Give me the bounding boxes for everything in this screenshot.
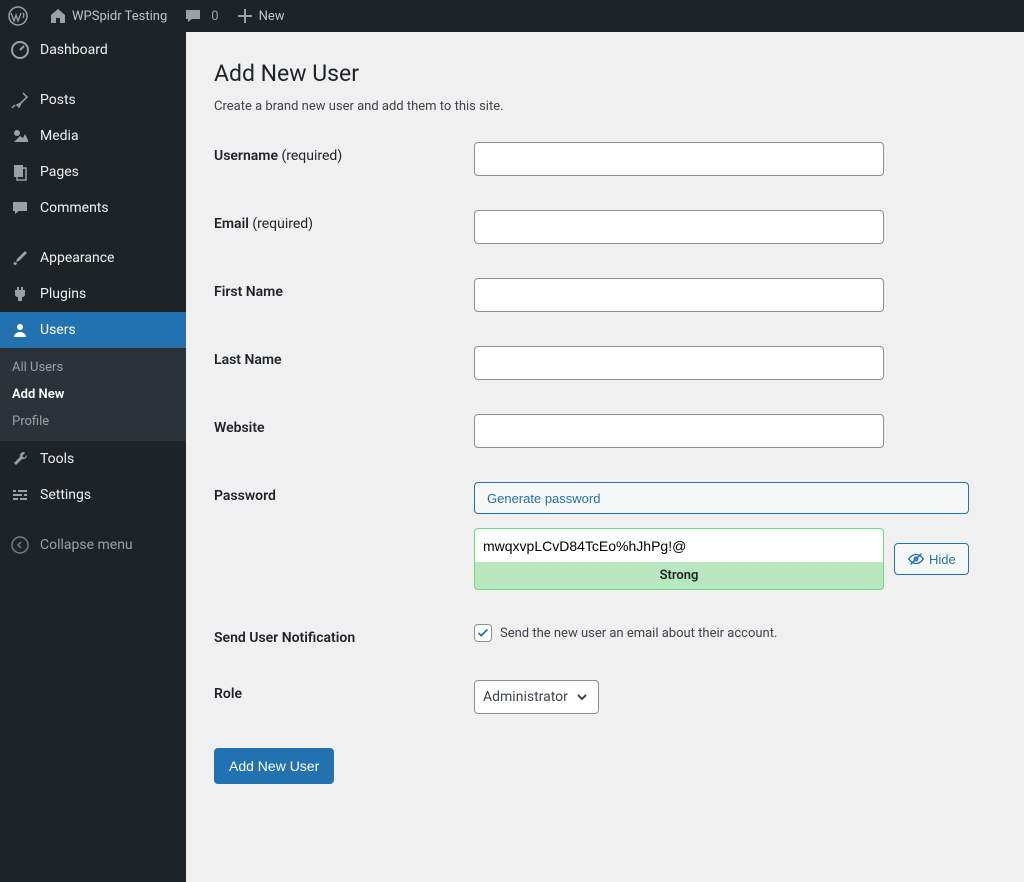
last-name-input[interactable] bbox=[474, 346, 884, 380]
website-input[interactable] bbox=[474, 414, 884, 448]
new-content-label: New bbox=[259, 9, 285, 24]
menu-dashboard-label: Dashboard bbox=[40, 42, 108, 58]
label-username: Username (required) bbox=[214, 142, 474, 164]
menu-pages[interactable]: Pages bbox=[0, 154, 186, 190]
collapse-icon bbox=[10, 535, 30, 555]
add-new-user-button[interactable]: Add New User bbox=[214, 748, 334, 784]
menu-media[interactable]: Media bbox=[0, 118, 186, 154]
label-last-name: Last Name bbox=[214, 346, 474, 368]
row-first-name: First Name bbox=[214, 278, 996, 312]
site-name-link[interactable]: WPSpidr Testing bbox=[40, 0, 175, 32]
label-password: Password bbox=[214, 482, 474, 504]
label-website: Website bbox=[214, 414, 474, 436]
label-send-notification: Send User Notification bbox=[214, 624, 474, 646]
label-first-name: First Name bbox=[214, 278, 474, 300]
password-strength: Strong bbox=[474, 562, 884, 590]
menu-pages-label: Pages bbox=[40, 164, 79, 180]
role-select-value: Administrator bbox=[483, 689, 568, 705]
dashboard-icon bbox=[10, 40, 30, 60]
wordpress-icon bbox=[8, 6, 28, 26]
menu-settings-label: Settings bbox=[40, 487, 91, 503]
menu-users[interactable]: Users bbox=[0, 312, 186, 348]
row-email: Email (required) bbox=[214, 210, 996, 244]
menu-comments[interactable]: Comments bbox=[0, 190, 186, 226]
page-title: Add New User bbox=[214, 60, 996, 87]
menu-appearance-label: Appearance bbox=[40, 250, 114, 266]
first-name-input[interactable] bbox=[474, 278, 884, 312]
user-icon bbox=[10, 320, 30, 340]
menu-users-label: Users bbox=[40, 322, 76, 338]
menu-comments-label: Comments bbox=[40, 200, 109, 216]
new-content-link[interactable]: New bbox=[227, 0, 293, 32]
email-input[interactable] bbox=[474, 210, 884, 244]
admin-bar: WPSpidr Testing 0 New bbox=[0, 0, 1024, 32]
role-select[interactable]: Administrator bbox=[474, 680, 599, 714]
pin-icon bbox=[10, 90, 30, 110]
row-username: Username (required) bbox=[214, 142, 996, 176]
label-role: Role bbox=[214, 680, 474, 702]
send-notification-text: Send the new user an email about their a… bbox=[500, 626, 777, 641]
menu-tools[interactable]: Tools bbox=[0, 441, 186, 477]
submenu-all-users[interactable]: All Users bbox=[0, 354, 186, 381]
brush-icon bbox=[10, 248, 30, 268]
comments-icon bbox=[10, 198, 30, 218]
chevron-down-icon bbox=[574, 689, 590, 705]
hide-password-label: Hide bbox=[929, 552, 956, 567]
menu-settings[interactable]: Settings bbox=[0, 477, 186, 513]
menu-media-label: Media bbox=[40, 128, 79, 144]
row-website: Website bbox=[214, 414, 996, 448]
send-notification-checkbox[interactable] bbox=[474, 624, 492, 642]
wrench-icon bbox=[10, 449, 30, 469]
wp-logo-menu[interactable] bbox=[0, 0, 40, 32]
hide-password-button[interactable]: Hide bbox=[894, 543, 969, 575]
plugin-icon bbox=[10, 284, 30, 304]
media-icon bbox=[10, 126, 30, 146]
page-icon bbox=[10, 162, 30, 182]
menu-appearance[interactable]: Appearance bbox=[0, 240, 186, 276]
submenu-profile[interactable]: Profile bbox=[0, 408, 186, 435]
menu-plugins[interactable]: Plugins bbox=[0, 276, 186, 312]
row-send-notification: Send User Notification Send the new user… bbox=[214, 624, 996, 646]
sliders-icon bbox=[10, 485, 30, 505]
label-email: Email (required) bbox=[214, 210, 474, 232]
home-icon bbox=[48, 6, 68, 26]
comments-count: 0 bbox=[211, 9, 218, 24]
password-input[interactable] bbox=[474, 528, 884, 562]
comments-link[interactable]: 0 bbox=[175, 0, 226, 32]
eye-icon bbox=[907, 550, 925, 568]
page-intro: Create a brand new user and add them to … bbox=[214, 99, 996, 114]
menu-plugins-label: Plugins bbox=[40, 286, 86, 302]
row-password: Password Generate password Strong Hide bbox=[214, 482, 996, 590]
admin-sidebar: Dashboard Posts Media Pages Comments App… bbox=[0, 32, 186, 882]
menu-posts-label: Posts bbox=[40, 92, 76, 108]
row-role: Role Administrator bbox=[214, 680, 996, 714]
main-content: Add New User Create a brand new user and… bbox=[186, 32, 1024, 882]
username-input[interactable] bbox=[474, 142, 884, 176]
menu-dashboard[interactable]: Dashboard bbox=[0, 32, 186, 68]
collapse-menu[interactable]: Collapse menu bbox=[0, 527, 186, 563]
submenu-add-new[interactable]: Add New bbox=[0, 381, 186, 408]
site-name-label: WPSpidr Testing bbox=[72, 9, 167, 24]
generate-password-button[interactable]: Generate password bbox=[474, 482, 969, 514]
row-last-name: Last Name bbox=[214, 346, 996, 380]
users-submenu: All Users Add New Profile bbox=[0, 348, 186, 441]
plus-icon bbox=[235, 6, 255, 26]
menu-tools-label: Tools bbox=[40, 451, 74, 467]
menu-posts[interactable]: Posts bbox=[0, 82, 186, 118]
comment-icon bbox=[183, 6, 203, 26]
collapse-menu-label: Collapse menu bbox=[40, 537, 133, 553]
